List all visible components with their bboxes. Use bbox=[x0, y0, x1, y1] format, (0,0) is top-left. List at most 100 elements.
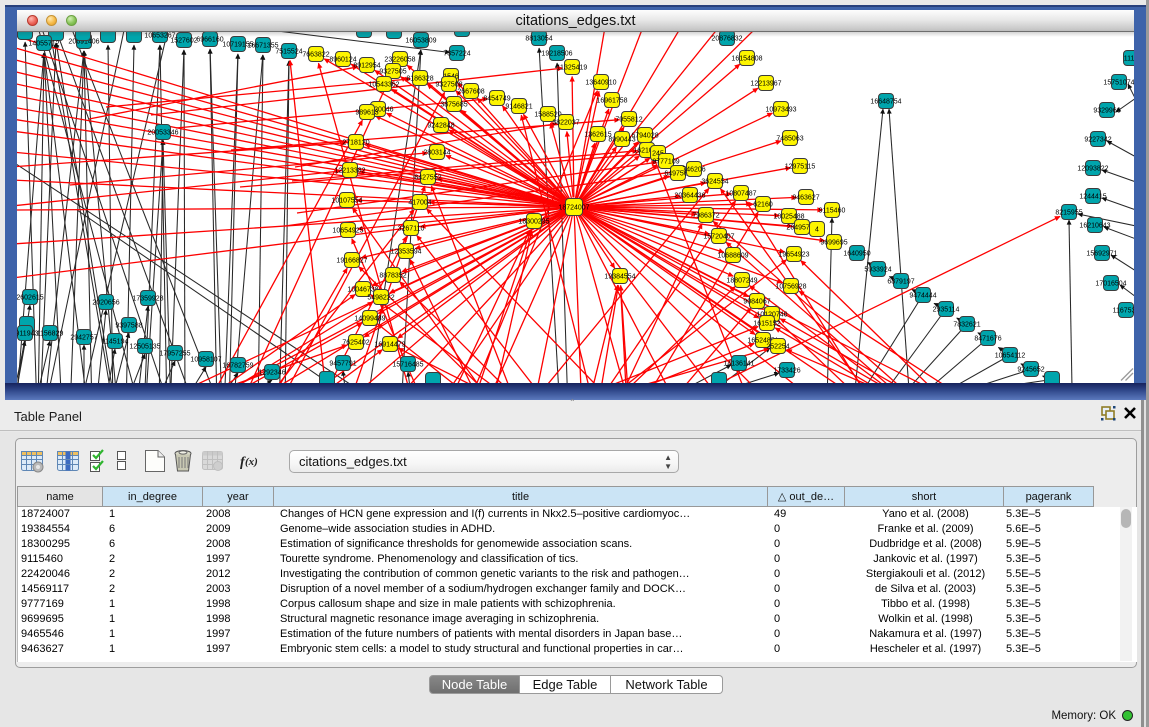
svg-text:8215955: 8215955 bbox=[1055, 210, 1082, 217]
svg-text:2935114: 2935114 bbox=[933, 307, 960, 314]
svg-text:2602615: 2602615 bbox=[17, 295, 44, 302]
svg-text:17957255: 17957255 bbox=[159, 351, 190, 358]
svg-text:2020656: 2020656 bbox=[92, 300, 119, 307]
svg-text:16914479: 16914479 bbox=[374, 342, 405, 349]
svg-text:7485063: 7485063 bbox=[776, 136, 803, 143]
svg-text:7515524: 7515524 bbox=[275, 49, 302, 56]
svg-text:10654112: 10654112 bbox=[995, 353, 1026, 360]
svg-text:9327508: 9327508 bbox=[435, 82, 462, 89]
svg-text:20364436: 20364436 bbox=[674, 193, 705, 200]
svg-text:14136141: 14136141 bbox=[723, 361, 754, 368]
svg-text:10543362: 10543362 bbox=[368, 82, 399, 89]
svg-text:10688609: 10688609 bbox=[717, 253, 748, 260]
svg-text:8427552: 8427552 bbox=[414, 175, 441, 182]
svg-text:8878352: 8878352 bbox=[379, 273, 406, 280]
svg-text:19654923: 19654923 bbox=[778, 252, 809, 259]
svg-text:9474444: 9474444 bbox=[909, 293, 936, 300]
svg-text:16210643: 16210643 bbox=[1079, 223, 1110, 230]
svg-text:9457791: 9457791 bbox=[329, 361, 356, 368]
svg-text:12213382: 12213382 bbox=[334, 168, 365, 175]
svg-text:1145194: 1145194 bbox=[102, 339, 129, 346]
svg-text:3822037: 3822037 bbox=[552, 120, 579, 127]
svg-text:10958107: 10958107 bbox=[190, 357, 221, 364]
svg-text:9329966: 9329966 bbox=[1093, 108, 1120, 115]
svg-text:9327505: 9327505 bbox=[379, 69, 406, 76]
svg-text:7663822: 7663822 bbox=[302, 52, 329, 59]
svg-text:252254: 252254 bbox=[766, 344, 789, 351]
svg-text:16648754: 16648754 bbox=[870, 99, 901, 106]
svg-text:1292346: 1292346 bbox=[258, 370, 285, 377]
svg-text:3875685: 3875685 bbox=[440, 102, 467, 109]
svg-text:10807487: 10807487 bbox=[725, 191, 756, 198]
svg-text:7955812: 7955812 bbox=[615, 117, 642, 124]
svg-text:7832621: 7832621 bbox=[953, 322, 980, 329]
svg-text:9245652: 9245652 bbox=[1017, 367, 1044, 374]
svg-text:16671355: 16671355 bbox=[247, 43, 278, 50]
svg-text:23226058: 23226058 bbox=[384, 57, 415, 64]
svg-text:8454749: 8454749 bbox=[483, 96, 510, 103]
svg-text:1112: 1112 bbox=[1124, 56, 1134, 63]
svg-text:2942757: 2942757 bbox=[70, 335, 97, 342]
svg-text:7986372: 7986372 bbox=[692, 213, 719, 220]
svg-text:(x): (x) bbox=[245, 456, 258, 468]
svg-text:6966160: 6966160 bbox=[196, 37, 223, 44]
svg-text:10654925: 10654925 bbox=[332, 228, 363, 235]
svg-text:9115460: 9115460 bbox=[819, 208, 846, 215]
svg-text:9227342: 9227342 bbox=[1084, 137, 1111, 144]
svg-text:19384554: 19384554 bbox=[604, 274, 635, 281]
svg-text:9146821: 9146821 bbox=[505, 104, 532, 111]
svg-text:8912954: 8912954 bbox=[353, 63, 380, 70]
svg-text:15751074: 15751074 bbox=[1103, 80, 1134, 87]
svg-text:18807249: 18807249 bbox=[726, 278, 757, 285]
svg-text:17359928: 17359928 bbox=[132, 296, 163, 303]
svg-text:989613: 989613 bbox=[355, 110, 378, 117]
svg-text:7625402: 7625402 bbox=[342, 340, 369, 347]
svg-text:20053346: 20053346 bbox=[147, 130, 178, 137]
svg-text:5933924: 5933924 bbox=[864, 267, 891, 274]
svg-text:1156829: 1156829 bbox=[37, 331, 64, 338]
svg-text:15692971: 15692971 bbox=[1086, 251, 1117, 258]
svg-text:6794028: 6794028 bbox=[631, 133, 658, 140]
svg-text:1640950: 1640950 bbox=[843, 251, 870, 258]
svg-text:3911943: 3911943 bbox=[17, 331, 38, 338]
svg-text:14055712: 14055712 bbox=[28, 41, 59, 48]
svg-text:10107554: 10107554 bbox=[331, 198, 362, 205]
svg-text:8471676: 8471676 bbox=[974, 336, 1001, 343]
svg-text:3624554: 3624554 bbox=[701, 179, 728, 186]
svg-text:16154808: 16154808 bbox=[731, 56, 762, 63]
svg-text:17016504: 17016504 bbox=[1095, 281, 1126, 288]
svg-text:9084067: 9084067 bbox=[743, 299, 770, 306]
svg-text:10756928: 10756928 bbox=[775, 284, 806, 291]
svg-text:11325419: 11325419 bbox=[557, 65, 588, 72]
svg-text:15716485: 15716485 bbox=[392, 362, 423, 369]
svg-text:9463627: 9463627 bbox=[792, 195, 819, 202]
svg-text:18724007: 18724007 bbox=[558, 205, 589, 212]
svg-text:8186328: 8186328 bbox=[406, 76, 433, 83]
svg-text:9777109: 9777109 bbox=[652, 159, 679, 166]
svg-text:10973493: 10973493 bbox=[765, 107, 796, 114]
svg-text:19218506: 19218506 bbox=[541, 51, 572, 58]
svg-text:12213967: 12213967 bbox=[750, 81, 781, 88]
svg-text:1244415: 1244415 bbox=[1079, 194, 1106, 201]
svg-text:3267110: 3267110 bbox=[398, 226, 425, 233]
svg-text:12353594: 12353594 bbox=[390, 249, 421, 256]
svg-text:18300295: 18300295 bbox=[518, 219, 549, 226]
svg-text:1588520: 1588520 bbox=[534, 112, 561, 119]
svg-text:12093822: 12093822 bbox=[1077, 166, 1108, 173]
svg-text:13640910: 13640910 bbox=[585, 80, 616, 87]
svg-text:7357224: 7357224 bbox=[443, 51, 470, 58]
svg-text:2803144: 2803144 bbox=[423, 150, 450, 157]
svg-text:1167533: 1167533 bbox=[1113, 308, 1134, 315]
svg-text:9242848: 9242848 bbox=[427, 123, 454, 130]
svg-text:417004: 417004 bbox=[408, 200, 431, 207]
svg-text:19166827: 19166827 bbox=[336, 258, 367, 265]
svg-text:16782759: 16782759 bbox=[222, 363, 253, 370]
svg-text:1615152: 1615152 bbox=[753, 321, 780, 328]
svg-text:16961758: 16961758 bbox=[596, 98, 627, 105]
svg-text:1733426: 1733426 bbox=[773, 368, 800, 375]
svg-text:14099489: 14099489 bbox=[354, 316, 385, 323]
svg-text:62160: 62160 bbox=[753, 202, 773, 209]
svg-text:15720407: 15720407 bbox=[703, 234, 734, 241]
svg-text:746206: 746206 bbox=[682, 167, 705, 174]
svg-text:12505135: 12505135 bbox=[129, 344, 160, 351]
